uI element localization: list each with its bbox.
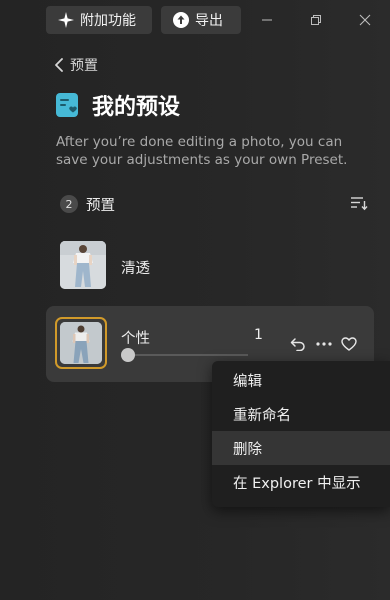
sort-button[interactable] [350,195,368,215]
slider-handle[interactable] [121,348,135,362]
close-button[interactable] [355,10,375,30]
preset-name: 个性 [121,331,150,347]
selected-thumbnail-frame [55,317,107,369]
page-description: After you’re done editing a photo, you c… [56,134,348,168]
sparkle-icon [58,12,74,28]
more-options-button[interactable] [314,334,334,354]
export-button[interactable]: 导出 [161,6,241,34]
minimize-icon [262,19,272,21]
title-bar: 附加功能 导出 [0,0,390,40]
minimize-button[interactable] [257,10,277,30]
undo-icon [290,338,305,351]
restore-icon [311,15,321,25]
presets-section-header: 2 预置 [60,193,368,215]
more-horizontal-icon [316,342,332,346]
page-header: 我的预设 [56,89,180,121]
addons-button[interactable]: 附加功能 [46,6,152,34]
preset-name: 清透 [121,261,150,277]
menu-item-show-in-explorer[interactable]: 在 Explorer 中显示 [212,465,390,499]
close-icon [359,14,371,26]
menu-item-delete[interactable]: 删除 [212,431,390,465]
menu-item-rename[interactable]: 重新命名 [212,397,390,431]
breadcrumb-label: 预置 [70,58,98,74]
reset-button[interactable] [288,334,308,354]
breadcrumb-back[interactable]: 预置 [54,55,98,75]
preset-badge-icon [56,93,78,117]
export-label: 导出 [195,13,223,29]
menu-item-edit[interactable]: 编辑 [212,363,390,397]
chevron-left-icon [55,58,63,72]
section-title: 预置 [86,197,115,214]
preset-count-badge: 2 [60,195,78,213]
restore-button[interactable] [306,10,326,30]
preset-strength-value: 1 [254,327,263,343]
preset-item-clear[interactable]: 清透 [46,238,374,294]
presets-panel: 附加功能 导出 预置 我的预设 After you’re done editin… [0,0,390,600]
preset-thumbnail [60,322,102,364]
favorite-button[interactable] [339,334,359,354]
preset-strength-slider[interactable] [121,348,248,362]
preset-context-menu: 编辑 重新命名 删除 在 Explorer 中显示 [212,361,390,507]
preset-thumbnail [60,241,106,289]
upload-icon [173,12,189,28]
sort-icon [351,197,368,211]
heart-icon [341,337,357,351]
page-title: 我的预设 [92,95,181,120]
addons-label: 附加功能 [80,13,136,29]
